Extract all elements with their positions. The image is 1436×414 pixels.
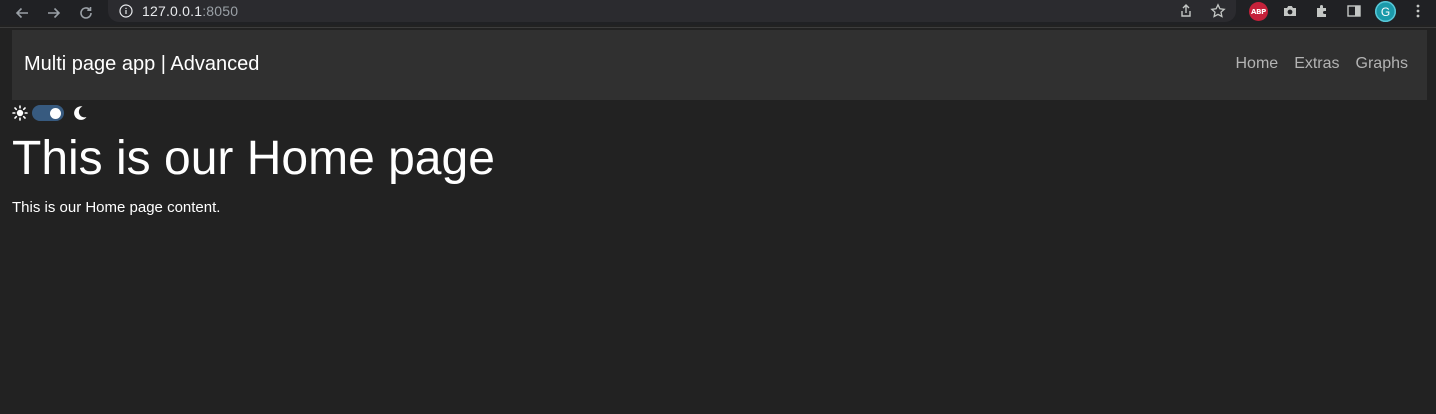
profile-avatar[interactable]: G	[1375, 1, 1396, 22]
url-text: 127.0.0.1:8050	[142, 3, 238, 19]
toolbar-divider	[0, 27, 1436, 28]
navbar-brand[interactable]: Multi page app | Advanced	[24, 53, 259, 76]
abp-label: ABP	[1251, 7, 1266, 16]
navbar: Multi page app | Advanced Home Extras Gr…	[12, 30, 1427, 100]
info-icon[interactable]	[119, 4, 133, 18]
nav-link-home[interactable]: Home	[1236, 55, 1279, 73]
address-bar[interactable]: 127.0.0.1:8050	[108, 0, 1236, 22]
theme-switch	[12, 104, 88, 122]
back-arrow-icon[interactable]	[11, 2, 33, 24]
reload-icon[interactable]	[75, 2, 97, 24]
nav-link-graphs[interactable]: Graphs	[1356, 55, 1408, 73]
nav-link-extras[interactable]: Extras	[1294, 55, 1339, 73]
page-content: This is our Home page content.	[12, 199, 221, 216]
sidepanel-icon[interactable]	[1345, 0, 1363, 22]
share-icon[interactable]	[1177, 0, 1195, 22]
kebab-menu-icon[interactable]	[1409, 0, 1427, 22]
profile-initial: G	[1380, 4, 1391, 19]
page-title: This is our Home page	[12, 132, 495, 185]
nav-links: Home Extras Graphs	[1220, 55, 1409, 73]
camera-icon[interactable]	[1281, 0, 1299, 22]
url-host: 127.0.0.1	[142, 3, 203, 19]
puzzle-extensions-icon[interactable]	[1313, 0, 1331, 22]
moon-icon	[72, 105, 88, 121]
bookmark-star-icon[interactable]	[1209, 0, 1227, 22]
forward-arrow-icon[interactable]	[43, 2, 65, 24]
theme-toggle[interactable]	[32, 105, 64, 121]
url-port: :8050	[202, 3, 239, 19]
sun-icon	[12, 105, 28, 121]
abp-icon[interactable]: ABP	[1249, 2, 1268, 21]
